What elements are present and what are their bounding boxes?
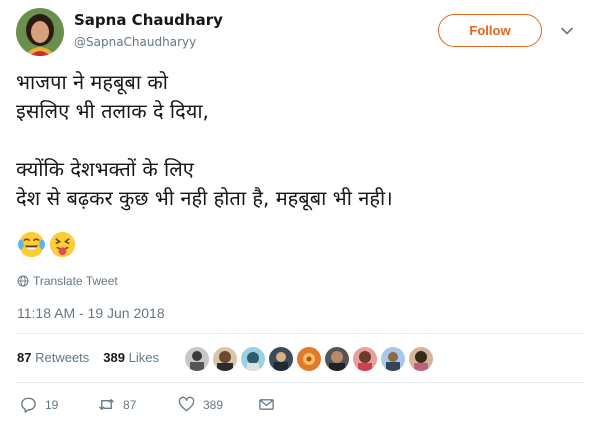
liker-avatar[interactable] <box>240 346 266 372</box>
liker-avatar[interactable] <box>352 346 378 372</box>
globe-icon <box>17 275 29 287</box>
envelope-icon <box>259 399 274 410</box>
face-with-tears-of-joy-icon <box>17 231 46 258</box>
user-display-name[interactable]: Sapna Chaudhary <box>74 11 223 29</box>
emoji-row <box>17 230 77 259</box>
reply-count: 19 <box>45 397 59 412</box>
liker-avatar[interactable] <box>268 346 294 372</box>
squinting-face-with-tongue-icon <box>49 231 76 258</box>
divider <box>16 333 584 334</box>
liker-avatar[interactable] <box>408 346 434 372</box>
like-count: 389 <box>203 397 224 412</box>
liker-avatar[interactable] <box>324 346 350 372</box>
likes-stat[interactable]: 389 Likes <box>103 350 159 365</box>
liker-avatars <box>184 346 436 372</box>
translate-tweet-label: Translate Tweet <box>33 274 118 288</box>
retweet-count: 87 <box>123 397 137 412</box>
liker-avatar[interactable] <box>380 346 406 372</box>
liker-avatar[interactable] <box>212 346 238 372</box>
user-handle[interactable]: @SapnaChaudharyy <box>74 35 196 49</box>
retweets-count: 87 <box>17 350 32 365</box>
direct-message-button[interactable] <box>258 396 275 413</box>
reply-button[interactable]: 19 <box>20 396 98 413</box>
translate-tweet-link[interactable]: Translate Tweet <box>17 274 118 288</box>
liker-avatar[interactable] <box>296 346 322 372</box>
retweets-stat[interactable]: 87 Retweets <box>17 350 89 365</box>
tweet-stats: 87 Retweets 389 Likes <box>17 350 159 365</box>
tweet-text: भाजपा ने महबूबा को इसलिए भी तलाक दे दिया… <box>16 70 393 210</box>
likes-count: 389 <box>103 350 125 365</box>
heart-icon <box>178 396 195 412</box>
retweet-button[interactable]: 87 <box>98 396 178 413</box>
profile-avatar[interactable] <box>16 8 64 56</box>
retweets-label: Retweets <box>35 350 90 365</box>
chevron-down-icon[interactable] <box>560 24 574 38</box>
reply-icon <box>21 397 36 413</box>
likes-label: Likes <box>128 350 159 365</box>
follow-button[interactable]: Follow <box>438 14 542 47</box>
divider <box>16 382 584 383</box>
liker-avatar[interactable] <box>184 346 210 372</box>
tweet-timestamp[interactable]: 11:18 AM - 19 Jun 2018 <box>17 305 165 321</box>
like-button[interactable]: 389 <box>178 396 258 413</box>
retweet-icon <box>98 398 115 411</box>
tweet-actions: 19 87 389 <box>20 396 275 413</box>
